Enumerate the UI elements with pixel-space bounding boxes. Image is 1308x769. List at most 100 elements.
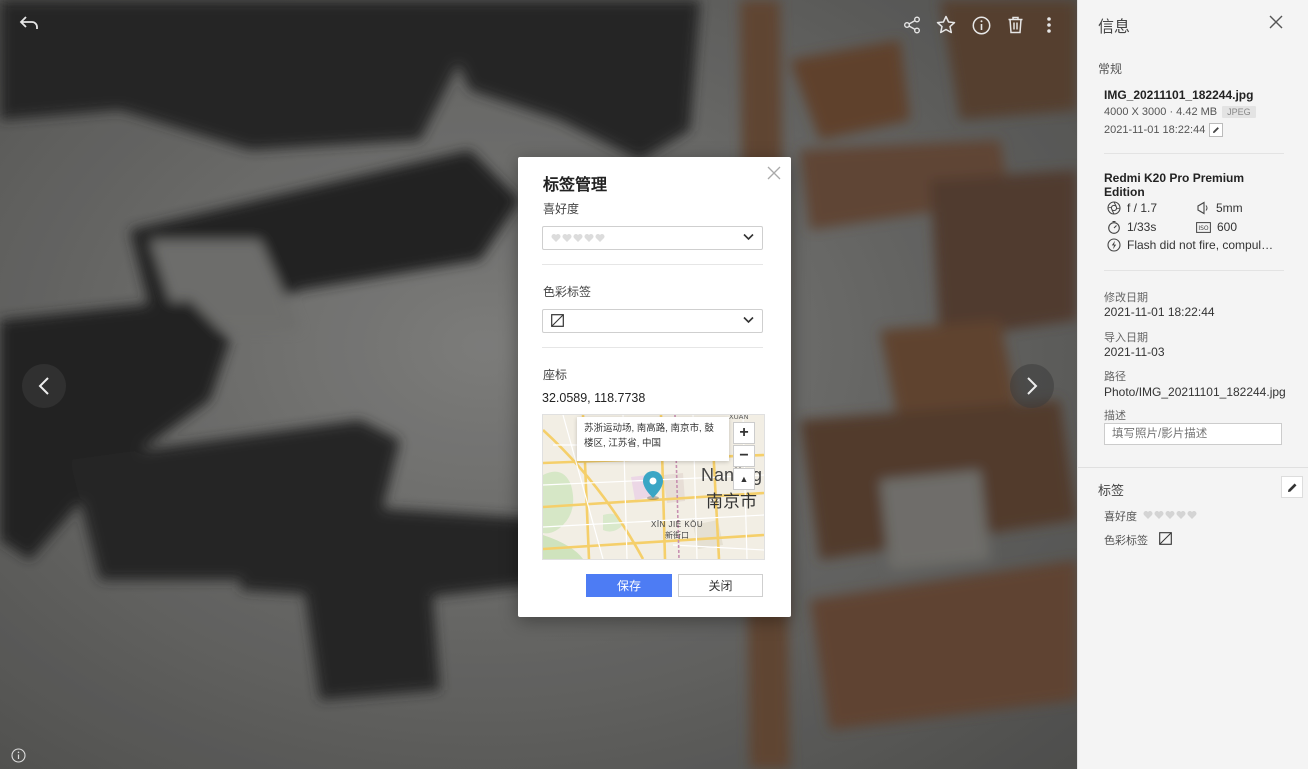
- next-photo-button[interactable]: [1010, 364, 1054, 408]
- divider: [1078, 467, 1308, 468]
- path-label: 路径: [1104, 371, 1126, 383]
- exif-aperture: f / 1.7: [1107, 201, 1157, 215]
- timer-icon: [1108, 220, 1120, 234]
- exif-iso: ISO 600: [1196, 220, 1237, 234]
- info-icon: [10, 747, 26, 763]
- heart-icon: [1187, 511, 1197, 519]
- tag-management-dialog: 标签管理 喜好度 色彩标签 座标 32.0589, 118.7738 XUAN …: [518, 157, 791, 617]
- map-district-label-en: XĪN JIĒ KŎU: [651, 520, 704, 529]
- close-icon[interactable]: [767, 166, 781, 180]
- delete-button[interactable]: [1001, 11, 1029, 39]
- camera-model: Redmi K20 Pro Premium Edition: [1104, 171, 1245, 199]
- coords-label: 座标: [543, 368, 568, 382]
- modified-value: 2021-11-01 18:22:44: [1104, 305, 1215, 319]
- heart-icon: [1154, 511, 1164, 519]
- description-label: 描述: [1104, 410, 1126, 422]
- edit-tags-button[interactable]: [1281, 476, 1303, 498]
- tags-section-label: 标签: [1098, 483, 1125, 498]
- map-reset-north-button[interactable]: ▲: [733, 468, 755, 490]
- favorite-button[interactable]: [932, 11, 960, 39]
- panel-title: 信息: [1098, 19, 1131, 36]
- dialog-title: 标签管理: [543, 177, 608, 194]
- close-icon[interactable]: [1268, 14, 1284, 30]
- divider: [1104, 153, 1284, 154]
- heart-icon: [1176, 511, 1186, 519]
- exif-flash: Flash did not fire, compul…: [1107, 238, 1273, 252]
- rating-label: 喜好度: [543, 202, 580, 216]
- map-address-popup: 苏浙运动场, 南高路, 南京市, 鼓楼区, 江苏省, 中国: [577, 417, 729, 461]
- heart-icon: [562, 234, 572, 242]
- rating-select[interactable]: [542, 226, 763, 250]
- divider: [542, 264, 763, 265]
- tags-rating-label: 喜好度: [1104, 511, 1137, 523]
- pencil-icon: [1287, 483, 1296, 492]
- iso-value: 600: [1217, 220, 1238, 234]
- description-input[interactable]: [1104, 423, 1282, 445]
- divider: [1104, 270, 1284, 271]
- aperture-value: f / 1.7: [1127, 201, 1158, 215]
- shutter-value: 1/33s: [1127, 220, 1157, 234]
- info-button[interactable]: [967, 11, 995, 39]
- delete-icon: [1008, 16, 1022, 34]
- tags-rating-hearts: [1143, 510, 1197, 520]
- flash-icon: [1107, 238, 1121, 252]
- viewer-info-button[interactable]: [5, 742, 31, 768]
- heart-icon: [551, 234, 561, 242]
- focal-icon: [1197, 201, 1208, 215]
- more-vert-icon: [1047, 17, 1051, 33]
- chevron-down-icon: [743, 316, 754, 324]
- save-button[interactable]: 保存: [586, 574, 672, 597]
- map-zoom-in-button[interactable]: +: [733, 422, 755, 444]
- no-color-icon: [1159, 532, 1172, 545]
- back-arrow-icon: [19, 16, 38, 29]
- map-city-label-zh: 南京市: [706, 492, 757, 511]
- taken-date: 2021-11-01 18:22:44: [1104, 123, 1224, 137]
- general-section-label: 常规: [1098, 62, 1123, 76]
- tags-color-label: 色彩标签: [1104, 535, 1148, 547]
- exif-focal: 5mm: [1196, 201, 1243, 215]
- iso-icon: ISO: [1196, 221, 1211, 233]
- rating-hearts: [551, 233, 605, 243]
- heart-icon: [584, 234, 594, 242]
- imported-label: 导入日期: [1104, 332, 1148, 344]
- divider: [542, 347, 763, 348]
- edit-date-button[interactable]: [1209, 123, 1224, 137]
- previous-photo-button[interactable]: [22, 364, 66, 408]
- flash-value: Flash did not fire, compul…: [1127, 238, 1274, 252]
- color-label-select[interactable]: [542, 309, 763, 333]
- map-zoom-out-button[interactable]: −: [733, 445, 755, 467]
- taken-date-text: 2021-11-01 18:22:44: [1104, 123, 1206, 136]
- star-icon: [936, 15, 956, 34]
- heart-icon: [1143, 511, 1153, 519]
- chevron-down-icon: [743, 233, 754, 241]
- file-dims-size: 4000 X 3000 · 4.42 MB JPEG: [1104, 106, 1256, 119]
- aperture-icon: [1107, 201, 1121, 215]
- heart-icon: [1165, 511, 1175, 519]
- share-icon: [904, 16, 920, 34]
- heart-icon: [573, 234, 583, 242]
- dims-size-text: 4000 X 3000 · 4.42 MB: [1104, 106, 1218, 118]
- coords-value: 32.0589, 118.7738: [542, 391, 646, 405]
- chevron-left-icon: [38, 377, 49, 395]
- format-badge: JPEG: [1222, 106, 1256, 119]
- chevron-right-icon: [1027, 377, 1038, 395]
- share-button[interactable]: [898, 11, 926, 39]
- more-button[interactable]: [1035, 11, 1063, 39]
- file-name: IMG_20211101_182244.jpg: [1104, 88, 1254, 102]
- focal-value: 5mm: [1216, 201, 1243, 215]
- pencil-icon: [1213, 127, 1220, 133]
- map-label-top: XUAN: [729, 414, 749, 421]
- svg-text:ISO: ISO: [1198, 225, 1209, 232]
- heart-icon: [595, 234, 605, 242]
- no-color-icon: [551, 314, 564, 327]
- location-map[interactable]: XUAN Nanjing 南京市 XĪN JIĒ KŎU 新街口 苏浙运动场, …: [542, 414, 765, 560]
- modified-label: 修改日期: [1104, 292, 1148, 304]
- map-district-label-zh: 新街口: [665, 531, 689, 540]
- path-value: Photo/IMG_20211101_182244.jpg: [1104, 385, 1286, 399]
- color-label-label: 色彩标签: [543, 285, 592, 299]
- close-button[interactable]: 关闭: [678, 574, 763, 597]
- info-panel: 信息 常规 IMG_20211101_182244.jpg 4000 X 300…: [1077, 0, 1308, 769]
- exif-shutter: 1/33s: [1107, 220, 1156, 234]
- imported-value: 2021-11-03: [1104, 345, 1165, 359]
- back-button[interactable]: [15, 9, 43, 37]
